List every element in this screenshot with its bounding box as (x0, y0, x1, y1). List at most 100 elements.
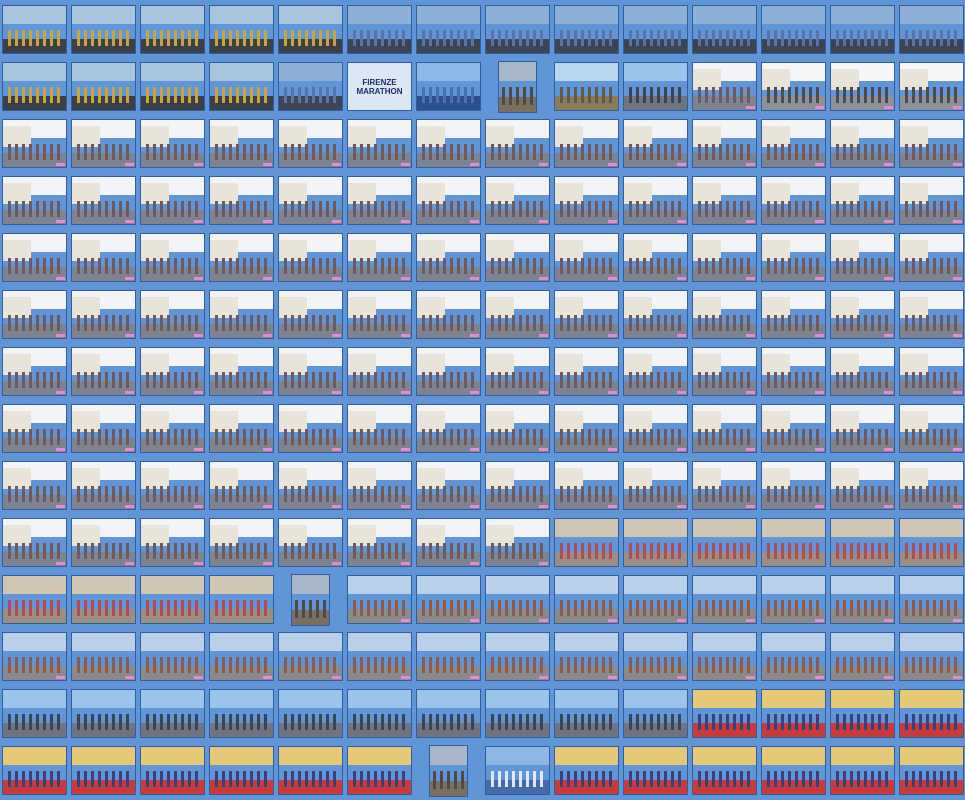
photo-thumbnail-street[interactable] (692, 347, 757, 396)
photo-thumbnail-street[interactable] (830, 233, 895, 282)
photo-thumbnail-street[interactable] (623, 233, 688, 282)
photo-thumbnail-street[interactable] (347, 233, 412, 282)
photo-thumbnail-square[interactable] (554, 575, 619, 624)
photo-thumbnail-square[interactable] (899, 632, 964, 681)
photo-thumbnail-street[interactable] (692, 176, 757, 225)
photo-thumbnail-crowd[interactable] (761, 5, 826, 54)
photo-thumbnail-square[interactable] (899, 575, 964, 624)
photo-thumbnail-arcade[interactable] (2, 575, 67, 624)
photo-thumbnail-street[interactable] (140, 176, 205, 225)
photo-thumbnail-street[interactable] (761, 233, 826, 282)
photo-thumbnail-street[interactable] (2, 176, 67, 225)
photo-thumbnail-crowd[interactable] (830, 5, 895, 54)
photo-thumbnail-street[interactable] (140, 119, 205, 168)
photo-thumbnail-street[interactable] (485, 233, 550, 282)
photo-thumbnail-street[interactable] (830, 176, 895, 225)
photo-thumbnail-street[interactable] (761, 347, 826, 396)
photo-thumbnail-square[interactable] (623, 575, 688, 624)
photo-thumbnail-street[interactable] (623, 290, 688, 339)
photo-thumbnail-street[interactable] (485, 176, 550, 225)
photo-thumbnail-street[interactable] (416, 233, 481, 282)
photo-thumbnail-street[interactable] (71, 518, 136, 567)
photo-thumbnail-river[interactable] (347, 689, 412, 738)
photo-thumbnail-start[interactable] (71, 62, 136, 111)
photo-thumbnail-street[interactable] (899, 404, 964, 453)
photo-thumbnail-street[interactable] (830, 347, 895, 396)
photo-thumbnail-street[interactable] (761, 290, 826, 339)
photo-thumbnail-crowd[interactable] (623, 5, 688, 54)
photo-thumbnail-street[interactable] (2, 119, 67, 168)
photo-thumbnail-medal[interactable] (485, 746, 550, 795)
photo-thumbnail-street[interactable] (347, 119, 412, 168)
photo-thumbnail-finish[interactable] (830, 746, 895, 795)
photo-thumbnail-river[interactable] (485, 689, 550, 738)
photo-thumbnail-street[interactable] (278, 290, 343, 339)
photo-thumbnail-street[interactable] (2, 347, 67, 396)
photo-thumbnail-boats[interactable] (416, 62, 481, 111)
photo-thumbnail-crowd[interactable] (347, 5, 412, 54)
photo-thumbnail-finish[interactable] (2, 746, 67, 795)
photo-thumbnail-finish[interactable] (692, 746, 757, 795)
photo-thumbnail-river[interactable] (140, 689, 205, 738)
photo-thumbnail-street[interactable] (692, 404, 757, 453)
photo-thumbnail-finish[interactable] (140, 746, 205, 795)
photo-thumbnail-finish[interactable] (623, 746, 688, 795)
photo-thumbnail-street[interactable] (623, 347, 688, 396)
photo-thumbnail-street[interactable] (2, 404, 67, 453)
photo-thumbnail-street[interactable] (554, 119, 619, 168)
photo-thumbnail-portrait[interactable] (429, 744, 468, 797)
photo-thumbnail-arcade[interactable] (692, 518, 757, 567)
photo-thumbnail-street[interactable] (899, 347, 964, 396)
photo-thumbnail-street[interactable] (209, 290, 274, 339)
photo-thumbnail-street[interactable] (692, 119, 757, 168)
photo-thumbnail-arcade[interactable] (209, 575, 274, 624)
photo-thumbnail-street[interactable] (899, 290, 964, 339)
photo-thumbnail-street[interactable] (71, 233, 136, 282)
photo-thumbnail-street[interactable] (623, 461, 688, 510)
photo-thumbnail-street[interactable] (209, 404, 274, 453)
photo-thumbnail-street[interactable] (830, 461, 895, 510)
photo-thumbnail-square[interactable] (278, 632, 343, 681)
photo-thumbnail-street[interactable] (692, 62, 757, 111)
photo-thumbnail-street[interactable] (554, 461, 619, 510)
photo-thumbnail-street[interactable] (140, 518, 205, 567)
photo-thumbnail-road[interactable] (761, 62, 826, 111)
photo-thumbnail-street[interactable] (830, 119, 895, 168)
photo-thumbnail-finish[interactable] (278, 746, 343, 795)
photo-thumbnail-river[interactable] (554, 689, 619, 738)
photo-thumbnail-street[interactable] (692, 461, 757, 510)
photo-thumbnail-start[interactable] (278, 5, 343, 54)
photo-thumbnail-street[interactable] (692, 233, 757, 282)
photo-thumbnail-start[interactable] (140, 5, 205, 54)
photo-thumbnail-street[interactable] (485, 518, 550, 567)
photo-thumbnail-square[interactable] (416, 632, 481, 681)
photo-thumbnail-start[interactable] (140, 62, 205, 111)
photo-thumbnail-street[interactable] (485, 119, 550, 168)
photo-thumbnail-street[interactable] (623, 404, 688, 453)
photo-thumbnail-gazebo[interactable] (554, 62, 619, 111)
photo-thumbnail-street[interactable] (761, 461, 826, 510)
photo-thumbnail-square[interactable] (416, 575, 481, 624)
photo-thumbnail-street[interactable] (2, 290, 67, 339)
photo-thumbnail-street[interactable] (209, 518, 274, 567)
photo-thumbnail-finish[interactable] (692, 689, 757, 738)
photo-thumbnail-river[interactable] (2, 689, 67, 738)
photo-thumbnail-crowd[interactable] (416, 5, 481, 54)
photo-thumbnail-street[interactable] (71, 119, 136, 168)
photo-thumbnail-street[interactable] (2, 518, 67, 567)
photo-thumbnail-start[interactable] (209, 5, 274, 54)
photo-thumbnail-street[interactable] (2, 233, 67, 282)
photo-thumbnail-finish[interactable] (899, 746, 964, 795)
photo-thumbnail-arcade[interactable] (140, 575, 205, 624)
photo-thumbnail-street[interactable] (347, 290, 412, 339)
photo-thumbnail-crowd[interactable] (899, 5, 964, 54)
photo-thumbnail-crowd[interactable] (554, 5, 619, 54)
photo-thumbnail-street[interactable] (899, 176, 964, 225)
photo-thumbnail-river[interactable] (209, 689, 274, 738)
photo-thumbnail-street[interactable] (485, 290, 550, 339)
photo-thumbnail-street[interactable] (347, 176, 412, 225)
photo-thumbnail-square[interactable] (485, 632, 550, 681)
photo-thumbnail-street[interactable] (899, 119, 964, 168)
photo-thumbnail-street[interactable] (278, 404, 343, 453)
photo-thumbnail-street[interactable] (485, 347, 550, 396)
